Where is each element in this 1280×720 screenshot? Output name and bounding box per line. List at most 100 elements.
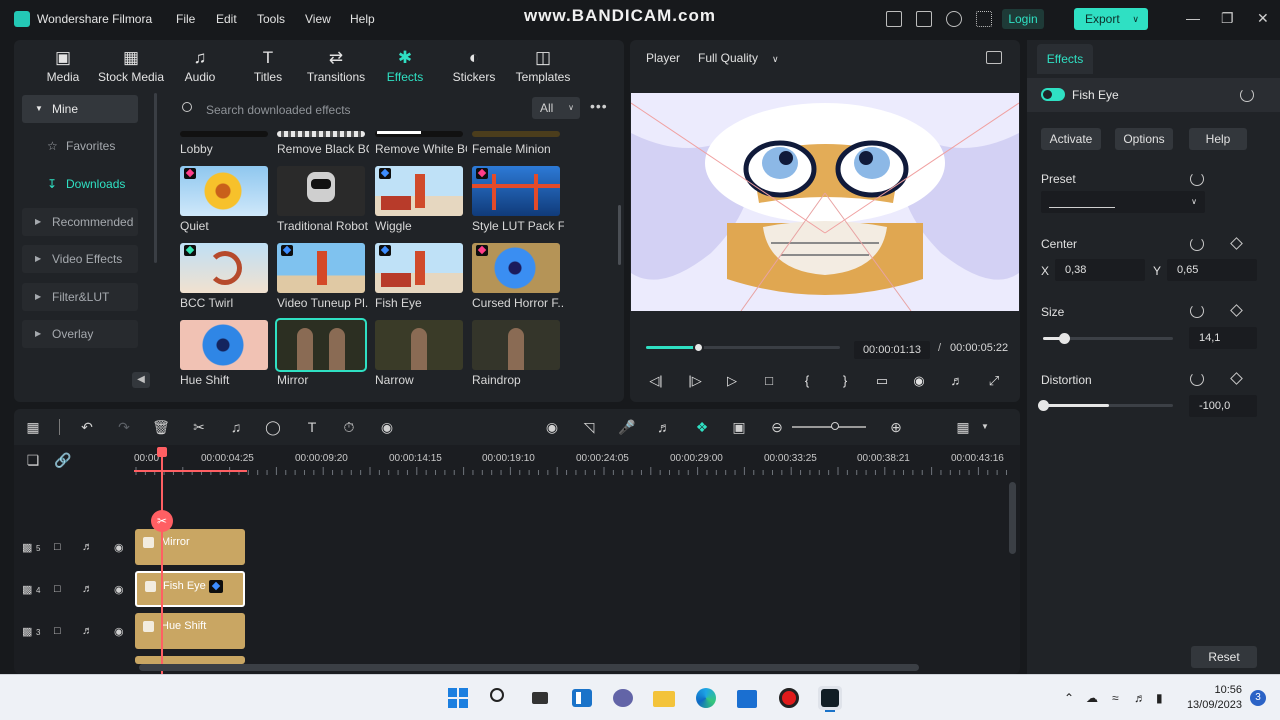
- zoom-out-icon[interactable]: ⊖: [768, 418, 786, 436]
- text-icon[interactable]: T: [303, 418, 321, 436]
- video-preview[interactable]: [631, 93, 1019, 311]
- menu-help[interactable]: Help: [350, 12, 375, 26]
- restore-icon[interactable]: ❐: [1221, 10, 1234, 27]
- playhead[interactable]: [161, 449, 163, 674]
- next-frame-icon[interactable]: |▷: [685, 373, 705, 389]
- size-slider-handle[interactable]: [1058, 333, 1070, 344]
- edge-browser-icon[interactable]: [694, 686, 718, 710]
- zoom-in-icon[interactable]: ⊕: [887, 418, 905, 436]
- reset-size-icon[interactable]: [1190, 304, 1204, 318]
- windows-start-icon[interactable]: [446, 686, 470, 710]
- keyframe-distortion-icon[interactable]: [1230, 372, 1243, 385]
- quality-dropdown[interactable]: Full Quality ∨: [698, 51, 779, 65]
- effect-thumb-raindrop[interactable]: [472, 320, 560, 370]
- effect-thumb-narrow[interactable]: [375, 320, 463, 370]
- undo-icon[interactable]: ↶: [78, 418, 96, 436]
- marker-icon[interactable]: ◹: [580, 418, 598, 436]
- timeline-clip-partial[interactable]: [135, 656, 245, 664]
- center-x-input[interactable]: 0,38: [1055, 259, 1145, 281]
- fullscreen-icon[interactable]: ⤢: [984, 373, 1004, 389]
- effect-thumb-remove-black-bg[interactable]: [277, 131, 365, 137]
- wifi-icon[interactable]: ≈: [1112, 691, 1119, 705]
- tab-audio[interactable]: ♫ Audio: [163, 45, 237, 89]
- play-icon[interactable]: ▷: [722, 373, 742, 389]
- tab-templates[interactable]: ◫ Templates: [506, 45, 580, 89]
- menu-file[interactable]: File: [176, 12, 195, 26]
- sidebar-item-mine[interactable]: ▼ Mine: [22, 95, 138, 123]
- tag-icon[interactable]: ◯: [264, 418, 282, 436]
- effect-thumb-mirror[interactable]: [275, 318, 367, 372]
- close-icon[interactable]: ✕: [1257, 10, 1269, 27]
- caret-down-icon[interactable]: ▼: [976, 418, 994, 436]
- sidebar-item-video-effects[interactable]: ▶ Video Effects: [22, 245, 138, 273]
- mark-out-icon[interactable]: }: [835, 373, 855, 388]
- snap-icon[interactable]: ❖: [693, 418, 711, 436]
- timeline-clip-mirror[interactable]: Mirror: [135, 529, 245, 565]
- effect-thumb-video-tuneup[interactable]: [277, 243, 365, 293]
- file-explorer-icon[interactable]: [652, 686, 676, 710]
- tab-titles[interactable]: T Titles: [231, 45, 305, 89]
- login-button[interactable]: Login: [1002, 9, 1044, 29]
- playhead-handle[interactable]: [157, 447, 167, 457]
- lock-icon[interactable]: □: [54, 625, 61, 637]
- camera-snapshot-icon[interactable]: ◉: [909, 373, 929, 389]
- onedrive-cloud-icon[interactable]: ☁: [1086, 691, 1098, 705]
- add-track-icon[interactable]: ❏: [24, 451, 42, 469]
- preset-dropdown[interactable]: ∨: [1041, 191, 1205, 213]
- sidebar-item-filter-lut[interactable]: ▶ Filter&LUT: [22, 283, 138, 311]
- zoom-slider-handle[interactable]: [831, 422, 839, 430]
- system-clock[interactable]: 10:56 13/09/2023: [1186, 684, 1242, 711]
- distortion-slider-handle[interactable]: [1038, 400, 1049, 411]
- sidebar-item-recommended[interactable]: ▶ Recommended: [22, 208, 138, 236]
- reset-center-icon[interactable]: [1190, 237, 1204, 251]
- zoom-slider[interactable]: [792, 426, 866, 428]
- effect-thumb-female-minion[interactable]: [472, 131, 560, 137]
- notification-badge[interactable]: 3: [1250, 690, 1266, 706]
- filter-dropdown[interactable]: All ∨: [532, 97, 580, 119]
- keyframe-center-icon[interactable]: [1230, 237, 1243, 250]
- reset-button[interactable]: Reset: [1191, 646, 1257, 668]
- snapshot-view-icon[interactable]: [986, 51, 1002, 64]
- effects-scrollbar[interactable]: [618, 205, 621, 265]
- audio-edit-icon[interactable]: ♫: [227, 418, 245, 436]
- microphone-icon[interactable]: 🎤: [618, 418, 636, 436]
- options-button[interactable]: Options: [1115, 128, 1173, 150]
- effect-thumb-fish-eye[interactable]: [375, 243, 463, 293]
- bandicam-icon[interactable]: [777, 686, 801, 710]
- progress-handle[interactable]: [693, 342, 705, 353]
- layout-grid-icon[interactable]: ▦: [24, 418, 42, 436]
- more-options-icon[interactable]: •••: [590, 98, 608, 114]
- center-y-input[interactable]: 0,65: [1167, 259, 1257, 281]
- effect-thumb-quiet[interactable]: [180, 166, 268, 216]
- reset-preset-icon[interactable]: [1190, 172, 1204, 186]
- stop-icon[interactable]: □: [759, 373, 779, 388]
- effect-enable-toggle[interactable]: [1041, 88, 1065, 101]
- split-scissors-icon[interactable]: ✂: [151, 510, 173, 532]
- help-button[interactable]: Help: [1189, 128, 1247, 150]
- eye-icon[interactable]: ◉: [114, 583, 124, 596]
- effect-thumb-lobby[interactable]: [180, 131, 268, 137]
- tab-transitions[interactable]: ⇄ Transitions: [299, 45, 373, 89]
- speaker-icon[interactable]: ♬: [82, 541, 93, 553]
- timeline-clip-hue-shift[interactable]: Hue Shift: [135, 613, 245, 649]
- keyframe-size-icon[interactable]: [1230, 304, 1243, 317]
- filmora-taskbar-icon[interactable]: [818, 686, 842, 712]
- effect-thumb-cursed-horror[interactable]: [472, 243, 560, 293]
- render-preview-icon[interactable]: ▭: [872, 373, 892, 389]
- menu-tools[interactable]: Tools: [257, 12, 285, 26]
- search-input[interactable]: Search downloaded effects: [206, 103, 351, 117]
- size-slider[interactable]: [1043, 333, 1173, 344]
- apps-grid-icon[interactable]: [976, 11, 992, 27]
- redo-icon[interactable]: ↷: [115, 418, 133, 436]
- color-match-icon[interactable]: ◉: [378, 418, 396, 436]
- chevron-up-icon[interactable]: ⌃: [1064, 691, 1074, 705]
- render-icon[interactable]: ◉: [543, 418, 561, 436]
- reset-distortion-icon[interactable]: [1190, 372, 1204, 386]
- eye-icon[interactable]: ◉: [114, 625, 124, 638]
- timeline-vertical-scrollbar[interactable]: [1009, 482, 1016, 554]
- size-input[interactable]: 14,1: [1189, 327, 1257, 349]
- teams-chat-icon[interactable]: [611, 686, 635, 710]
- sidebar-scrollbar[interactable]: [154, 93, 157, 263]
- link-icon[interactable]: 🔗: [54, 451, 72, 469]
- reset-effect-icon[interactable]: [1240, 88, 1254, 102]
